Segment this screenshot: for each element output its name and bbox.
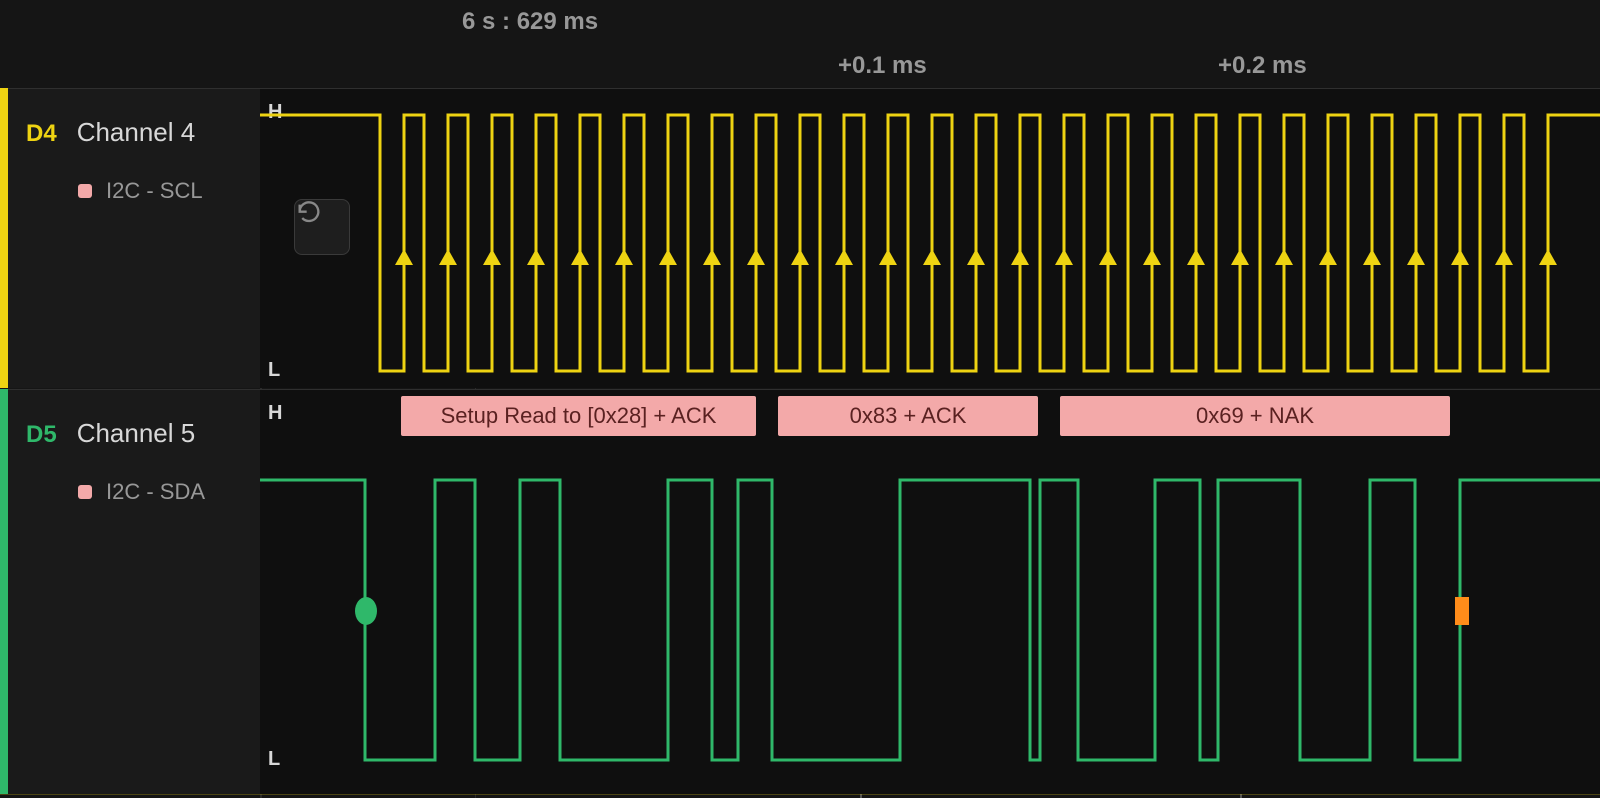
- channel-label-panel[interactable]: D4 Channel 4 I2C - SCL: [8, 88, 260, 388]
- channel-color-bar: [0, 88, 8, 388]
- channel-label-panel[interactable]: D5 Channel 5 I2C - SDA: [8, 389, 260, 794]
- protocol-color-dot: [78, 184, 92, 198]
- ruler-time-origin: 6 s : 629 ms: [462, 8, 598, 36]
- i2c-stop-marker: [1455, 597, 1469, 625]
- waveform-area-scl[interactable]: H L: [260, 88, 1600, 388]
- channel-color-bar: [0, 389, 8, 794]
- channel-id: D4: [26, 120, 57, 148]
- protocol-color-dot: [78, 485, 92, 499]
- protocol-label: I2C - SDA: [106, 479, 205, 505]
- channel-id: D5: [26, 421, 57, 449]
- channel-row-d5: D5 Channel 5 I2C - SDA H L Setup Read to…: [0, 389, 1600, 794]
- waveform-area-sda[interactable]: H L Setup Read to [0x28] + ACK 0x83 + AC…: [260, 389, 1600, 794]
- time-ruler[interactable]: 6 s : 629 ms +0.1 ms +0.2 ms: [0, 0, 1600, 88]
- channel-name: Channel 5: [77, 418, 196, 449]
- scl-waveform: [260, 89, 1600, 388]
- channel-row-d4: D4 Channel 4 I2C - SCL H L: [0, 88, 1600, 388]
- ruler-tick: +0.2 ms: [1218, 52, 1307, 80]
- channel-name: Channel 4: [77, 117, 196, 148]
- ruler-tick: +0.1 ms: [838, 52, 927, 80]
- sda-waveform: [260, 390, 1600, 794]
- i2c-start-marker: [355, 597, 377, 625]
- protocol-label: I2C - SCL: [106, 178, 203, 204]
